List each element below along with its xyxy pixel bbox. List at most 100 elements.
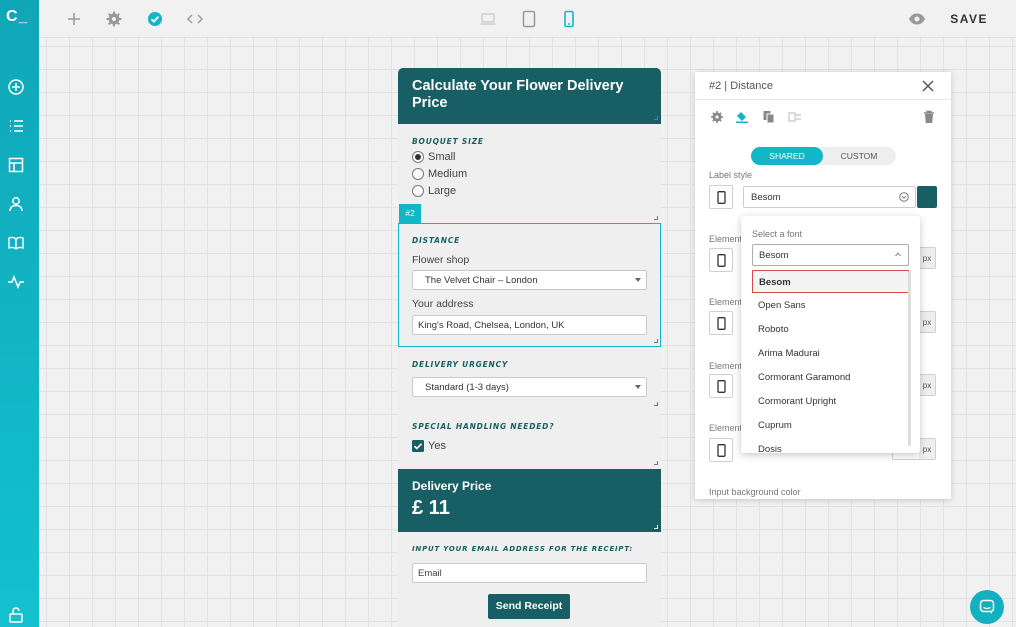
bouquet-label: BOUQUET SIZE (412, 137, 484, 146)
panel-title: #2 | Distance (709, 80, 774, 92)
row-label: Element (709, 297, 743, 307)
font-option[interactable]: Roboto (752, 318, 909, 341)
px-unit: px (919, 248, 935, 268)
font-option[interactable]: Cormorant Upright (752, 390, 909, 413)
font-option[interactable]: Dosis (752, 438, 909, 453)
check-circle-icon[interactable] (146, 10, 164, 28)
radio-button[interactable] (412, 185, 424, 197)
font-option[interactable]: Open Sans (752, 294, 909, 317)
caret-down-icon (635, 278, 641, 282)
flower-shop-label: Flower shop (412, 254, 470, 266)
font-search-input[interactable]: Besom (752, 244, 909, 266)
distance-label: DISTANCE (412, 236, 461, 245)
mobile-icon (717, 380, 726, 393)
radio-label: Small (428, 151, 456, 163)
price-value: £ 11 (412, 497, 450, 519)
mobile-icon (717, 191, 726, 204)
add-icon[interactable] (65, 10, 83, 28)
resize-handle[interactable] (654, 339, 658, 343)
radio-option-large[interactable]: Large (412, 185, 484, 197)
label-color-swatch[interactable] (917, 186, 937, 208)
user-icon[interactable] (7, 195, 25, 213)
caret-down-icon (635, 385, 641, 389)
device-toggle[interactable] (709, 185, 733, 209)
radio-button[interactable] (412, 168, 424, 180)
paint-bucket-icon[interactable] (735, 109, 749, 123)
gear-icon[interactable] (105, 10, 123, 28)
device-toggle[interactable] (709, 438, 733, 462)
save-button[interactable]: SAVE (950, 12, 988, 26)
row-label: Element (709, 234, 743, 244)
device-toggle[interactable] (709, 311, 733, 335)
book-icon[interactable] (7, 234, 25, 252)
row-label: Element (709, 361, 743, 371)
resize-handle[interactable] (654, 216, 658, 220)
font-option[interactable]: Arima Madurai (752, 342, 909, 365)
layout-icon[interactable] (7, 156, 25, 174)
checkbox-label: Yes (428, 440, 446, 452)
font-option[interactable]: Besom (752, 270, 909, 293)
label-style-label: Label style (709, 170, 753, 180)
handling-checkbox-row[interactable]: Yes (412, 440, 446, 452)
app-logo[interactable]: C_ (6, 8, 28, 26)
add-circle-icon[interactable] (7, 78, 25, 96)
distance-section-selected[interactable]: #2 DISTANCE Flower shop The Velvet Chair… (398, 204, 661, 347)
flower-shop-select[interactable]: The Velvet Chair – London (412, 270, 647, 290)
mobile-icon (717, 444, 726, 457)
tablet-icon[interactable] (520, 10, 538, 28)
resize-handle[interactable] (654, 525, 658, 529)
urgency-select[interactable]: Standard (1-3 days) (412, 377, 647, 397)
chevron-up-icon (895, 252, 901, 257)
gear-icon[interactable] (710, 110, 724, 124)
desktop-icon[interactable] (479, 10, 497, 28)
chat-icon (979, 599, 995, 614)
sidebar: C_ (0, 0, 39, 627)
email-label: INPUT YOUR EMAIL ADDRESS FOR THE RECEIPT… (412, 545, 634, 553)
email-input[interactable]: Email (412, 563, 647, 583)
resize-handle[interactable] (654, 461, 658, 465)
dropdown-heading: Select a font (752, 229, 803, 239)
list-icon[interactable] (7, 117, 25, 135)
form-header: Calculate Your Flower Delivery Price (398, 68, 661, 124)
address-input[interactable]: King's Road, Chelsea, London, UK (412, 315, 647, 335)
device-toggle[interactable] (709, 374, 733, 398)
chevron-down-icon (899, 192, 909, 202)
unlock-icon[interactable] (7, 606, 25, 624)
handling-label: SPECIAL HANDLING NEEDED? (412, 422, 555, 431)
mobile-icon[interactable] (560, 10, 578, 28)
trash-icon[interactable] (922, 110, 936, 124)
radio-button[interactable] (412, 151, 424, 163)
resize-handle[interactable] (654, 402, 658, 406)
chat-support-button[interactable] (970, 590, 1004, 624)
send-receipt-button[interactable]: Send Receipt (488, 594, 570, 619)
px-unit: px (919, 375, 935, 395)
px-unit: px (919, 439, 935, 459)
radio-option-medium[interactable]: Medium (412, 168, 484, 180)
urgency-label: DELIVERY URGENCY (412, 360, 509, 369)
font-dropdown: Select a font Besom Besom Open Sans Robo… (741, 216, 920, 453)
activity-icon[interactable] (7, 273, 25, 291)
device-toggle[interactable] (709, 248, 733, 272)
close-icon[interactable] (922, 80, 934, 92)
copy-icon[interactable] (762, 110, 776, 124)
element-badge[interactable]: #2 (399, 204, 421, 224)
form-title: Calculate Your Flower Delivery Price (412, 78, 624, 111)
code-icon[interactable] (186, 10, 204, 28)
form-preview-card: Calculate Your Flower Delivery Price BOU… (398, 68, 661, 627)
radio-label: Large (428, 185, 457, 197)
checkbox-checked-icon[interactable] (412, 440, 424, 452)
mobile-icon (717, 317, 726, 330)
resize-handle[interactable] (654, 116, 658, 120)
radio-option-small[interactable]: Small (412, 151, 484, 163)
font-select[interactable]: Besom (743, 186, 916, 208)
px-unit: px (919, 312, 935, 332)
preview-eye-icon[interactable] (908, 10, 926, 28)
conditional-logic-icon[interactable] (788, 110, 802, 124)
dropdown-scrollbar[interactable] (908, 271, 911, 446)
font-select-value: Besom (751, 192, 781, 203)
font-option[interactable]: Cormorant Garamond (752, 366, 909, 389)
custom-toggle-button[interactable]: CUSTOM (823, 147, 895, 165)
shared-toggle-button[interactable]: SHARED (751, 147, 823, 165)
address-label: Your address (412, 298, 474, 310)
font-option[interactable]: Cuprum (752, 414, 909, 437)
